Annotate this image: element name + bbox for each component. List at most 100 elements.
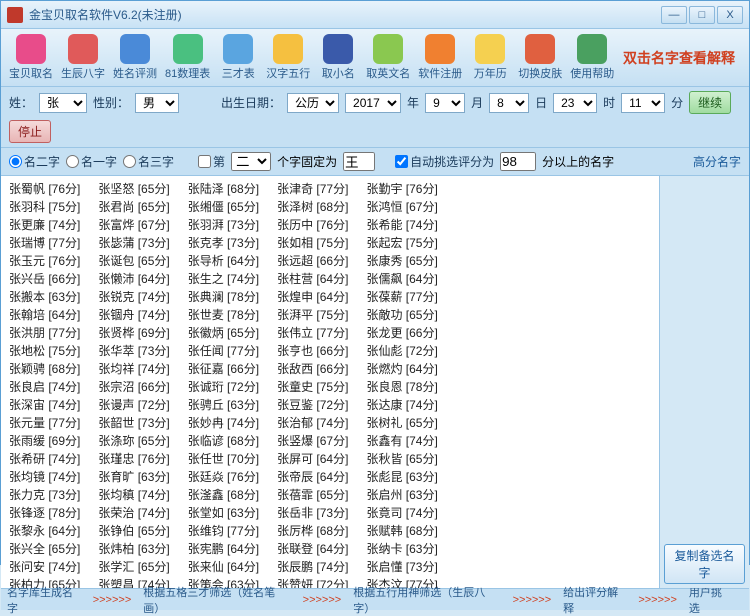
stop-button[interactable]: 停止 <box>9 120 51 143</box>
name-item[interactable]: 张堂如 [63分] <box>188 504 259 522</box>
maximize-button[interactable]: □ <box>689 6 715 24</box>
year-select[interactable]: 2017 <box>345 93 401 113</box>
auto-check[interactable]: 自动挑选评分为 <box>395 153 494 170</box>
month-select[interactable]: 9 <box>425 93 465 113</box>
name-item[interactable]: 张豆鉴 [72分] <box>277 396 348 414</box>
name-item[interactable]: 张纳卡 [63分] <box>366 540 437 558</box>
name-item[interactable]: 张坚怒 [65分] <box>98 180 169 198</box>
name-item[interactable]: 张颖骋 [68分] <box>9 360 80 378</box>
name-item[interactable]: 张地松 [75分] <box>9 342 80 360</box>
name-item[interactable]: 张联登 [64分] <box>277 540 348 558</box>
gender-select[interactable]: 男 <box>135 93 179 113</box>
name-item[interactable]: 张宪鹏 [64分] <box>188 540 259 558</box>
name-item[interactable]: 张任世 [70分] <box>188 450 259 468</box>
names-list[interactable]: 张蜀帆 [76分]张羽科 [75分]张更廉 [74分]张瑞博 [77分]张玉元 … <box>1 176 659 588</box>
name-item[interactable]: 张深宙 [74分] <box>9 396 80 414</box>
name-item[interactable]: 张辰鹏 [74分] <box>277 558 348 576</box>
name-item[interactable]: 张厉桦 [68分] <box>277 522 348 540</box>
tool-81数理表[interactable]: 81数理表 <box>161 32 214 83</box>
name-item[interactable]: 张竖爆 [67分] <box>277 432 348 450</box>
name-item[interactable]: 张更廉 [74分] <box>9 216 80 234</box>
name-item[interactable]: 张世麦 [78分] <box>188 306 259 324</box>
name-item[interactable]: 张雨缓 [69分] <box>9 432 80 450</box>
name-item[interactable]: 张羽科 [75分] <box>9 198 80 216</box>
name-item[interactable]: 张仙彪 [72分] <box>366 342 437 360</box>
name-item[interactable]: 张葆薪 [77分] <box>366 288 437 306</box>
name-item[interactable]: 张树礼 [65分] <box>366 414 437 432</box>
name-item[interactable]: 张秋皆 [65分] <box>366 450 437 468</box>
copy-button[interactable]: 复制备选名字 <box>664 544 745 584</box>
name-item[interactable]: 张诚珩 [72分] <box>188 378 259 396</box>
name-item[interactable]: 张贤桦 [69分] <box>98 324 169 342</box>
name-item[interactable]: 张锋逐 [78分] <box>9 504 80 522</box>
rb-2chars[interactable]: 名二字 <box>9 153 60 170</box>
rb-3chars[interactable]: 名三字 <box>123 153 174 170</box>
name-item[interactable]: 张宗沼 [66分] <box>98 378 169 396</box>
rb-1char[interactable]: 名一字 <box>66 153 117 170</box>
name-item[interactable]: 张彪昆 [63分] <box>366 468 437 486</box>
name-item[interactable]: 张泽树 [68分] <box>277 198 348 216</box>
tool-万年历[interactable]: 万年历 <box>466 32 514 83</box>
tool-三才表[interactable]: 三才表 <box>214 32 262 83</box>
fixed-char-input[interactable] <box>343 152 375 171</box>
name-item[interactable]: 张鑫有 [74分] <box>366 432 437 450</box>
name-item[interactable]: 张元量 [77分] <box>9 414 80 432</box>
calendar-select[interactable]: 公历 <box>287 93 339 113</box>
name-item[interactable]: 张陆泽 [68分] <box>188 180 259 198</box>
name-item[interactable]: 张亨也 [66分] <box>277 342 348 360</box>
name-item[interactable]: 张君尚 [65分] <box>98 198 169 216</box>
highscore-link[interactable]: 高分名字 <box>693 153 741 170</box>
name-item[interactable]: 张屏可 [64分] <box>277 450 348 468</box>
name-item[interactable]: 张远超 [66分] <box>277 252 348 270</box>
name-item[interactable]: 张滏鑫 [68分] <box>188 486 259 504</box>
name-item[interactable]: 张任闻 [77分] <box>188 342 259 360</box>
name-item[interactable]: 张妙冉 [74分] <box>188 414 259 432</box>
name-item[interactable]: 张谩声 [72分] <box>98 396 169 414</box>
fixed-check[interactable]: 第 <box>198 153 225 170</box>
hour-select[interactable]: 23 <box>553 93 597 113</box>
name-item[interactable]: 张锐克 [74分] <box>98 288 169 306</box>
score-input[interactable] <box>500 152 536 171</box>
name-item[interactable]: 张良恩 [78分] <box>366 378 437 396</box>
name-item[interactable]: 张缃僵 [65分] <box>188 198 259 216</box>
name-item[interactable]: 张达康 [74分] <box>366 396 437 414</box>
name-item[interactable]: 张启懂 [73分] <box>366 558 437 576</box>
name-item[interactable]: 张诞包 [65分] <box>98 252 169 270</box>
name-item[interactable]: 张儒飙 [64分] <box>366 270 437 288</box>
name-item[interactable]: 张柱营 [64分] <box>277 270 348 288</box>
name-item[interactable]: 张龙更 [66分] <box>366 324 437 342</box>
name-item[interactable]: 张荣治 [74分] <box>98 504 169 522</box>
name-item[interactable]: 张岳非 [73分] <box>277 504 348 522</box>
name-item[interactable]: 张徽炳 [65分] <box>188 324 259 342</box>
name-item[interactable]: 张羽湃 [73分] <box>188 216 259 234</box>
tool-汉字五行[interactable]: 汉字五行 <box>262 32 314 83</box>
name-item[interactable]: 张洪朋 [77分] <box>9 324 80 342</box>
tool-取英文名[interactable]: 取英文名 <box>362 32 414 83</box>
day-select[interactable]: 8 <box>489 93 529 113</box>
name-item[interactable]: 张临谚 [68分] <box>188 432 259 450</box>
name-item[interactable]: 张希研 [74分] <box>9 450 80 468</box>
name-item[interactable]: 张蓓霏 [65分] <box>277 486 348 504</box>
minute-select[interactable]: 11 <box>621 93 665 113</box>
tool-宝贝取名[interactable]: 宝贝取名 <box>5 32 57 83</box>
name-item[interactable]: 张韶世 [73分] <box>98 414 169 432</box>
tool-使用帮助[interactable]: 使用帮助 <box>566 32 618 83</box>
name-item[interactable]: 张导析 [64分] <box>188 252 259 270</box>
name-item[interactable]: 张学汇 [65分] <box>98 558 169 576</box>
name-item[interactable]: 张育旷 [63分] <box>98 468 169 486</box>
name-item[interactable]: 张克孝 [73分] <box>188 234 259 252</box>
name-item[interactable]: 张煌申 [64分] <box>277 288 348 306</box>
name-item[interactable]: 张竟司 [74分] <box>366 504 437 522</box>
name-item[interactable]: 张勤宇 [76分] <box>366 180 437 198</box>
name-item[interactable]: 张帝辰 [64分] <box>277 468 348 486</box>
name-item[interactable]: 张典澜 [78分] <box>188 288 259 306</box>
name-item[interactable]: 张富烨 [67分] <box>98 216 169 234</box>
name-item[interactable]: 张铮伯 [65分] <box>98 522 169 540</box>
name-item[interactable]: 张均稹 [74分] <box>98 486 169 504</box>
name-item[interactable]: 张湃平 [75分] <box>277 306 348 324</box>
name-item[interactable]: 张燃灼 [64分] <box>366 360 437 378</box>
name-item[interactable]: 张敌西 [66分] <box>277 360 348 378</box>
name-item[interactable]: 张津奇 [77分] <box>277 180 348 198</box>
name-item[interactable]: 张锢舟 [74分] <box>98 306 169 324</box>
name-item[interactable]: 张维钧 [77分] <box>188 522 259 540</box>
